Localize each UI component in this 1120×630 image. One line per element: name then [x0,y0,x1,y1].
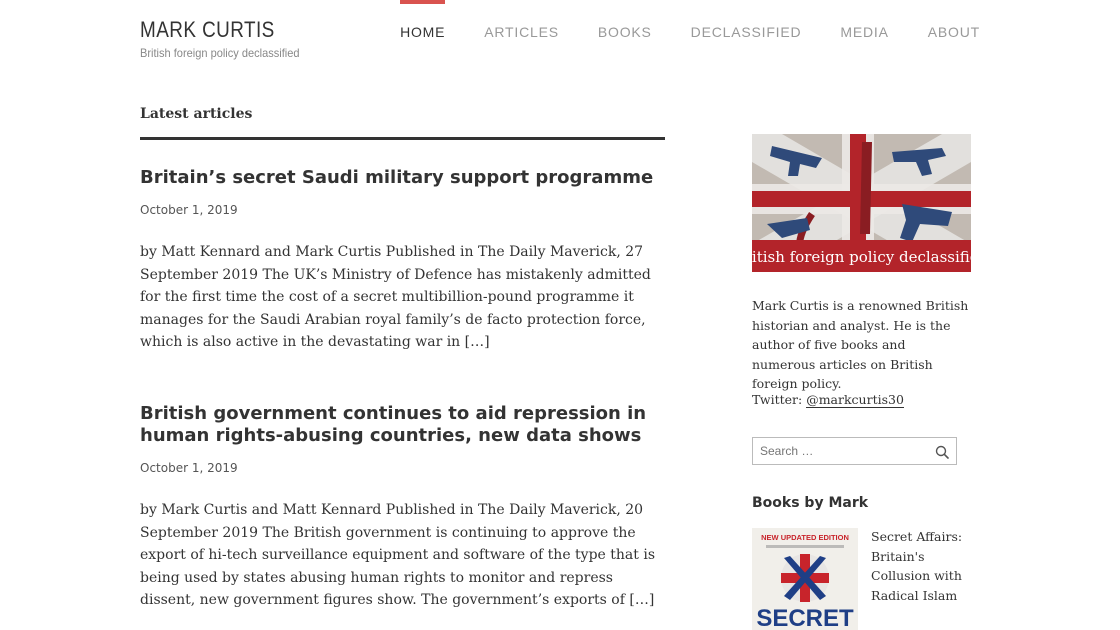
banner-artwork: British foreign policy declassified [752,134,971,272]
post: British government continues to aid repr… [140,403,665,612]
twitter-label: Twitter: [752,392,807,407]
search-form [752,437,957,465]
post-excerpt: by Matt Kennard and Mark Curtis Publishe… [140,244,651,351]
site-tagline: British foreign policy declassified [140,46,300,60]
section-divider [140,137,665,140]
books-heading: Books by Mark [752,495,869,511]
section-title: Latest articles [140,106,253,122]
nav-declassified[interactable]: DECLASSIFIED [691,0,802,60]
twitter-link[interactable]: @markcurtis30 [806,392,904,408]
book-title-link[interactable]: Secret Affairs: Britain's Collusion with… [871,527,981,605]
sidebar-banner-image: British foreign policy declassified [752,134,971,272]
nav-about[interactable]: ABOUT [928,0,980,60]
search-input[interactable] [753,438,923,464]
post: Britain’s secret Saudi military support … [140,167,665,354]
post-title[interactable]: British government continues to aid repr… [140,403,665,447]
post-excerpt: by Mark Curtis and Matt Kennard Publishe… [140,502,656,609]
book-cover-title: SECRET [756,605,854,630]
twitter-line: Twitter: @markcurtis30 [752,392,904,408]
post-title[interactable]: Britain’s secret Saudi military support … [140,167,665,189]
book-cover-image[interactable]: NEW UPDATED EDITION SECRET [752,528,858,630]
nav-articles[interactable]: ARTICLES [484,0,559,60]
site-title[interactable]: MARK CURTIS [140,17,275,43]
nav-media[interactable]: MEDIA [840,0,888,60]
nav-home[interactable]: HOME [400,0,446,60]
nav-books[interactable]: BOOKS [598,0,652,60]
search-icon[interactable] [935,444,949,459]
post-date[interactable]: October 1, 2019 [140,461,665,475]
main-nav: HOME ARTICLES BOOKS DECLASSIFIED MEDIA A… [361,0,980,60]
book-cover-badge: NEW UPDATED EDITION [761,533,849,542]
author-bio: Mark Curtis is a renowned British histor… [752,298,969,392]
banner-caption: British foreign policy declassified [752,248,971,266]
post-date[interactable]: October 1, 2019 [140,203,665,217]
